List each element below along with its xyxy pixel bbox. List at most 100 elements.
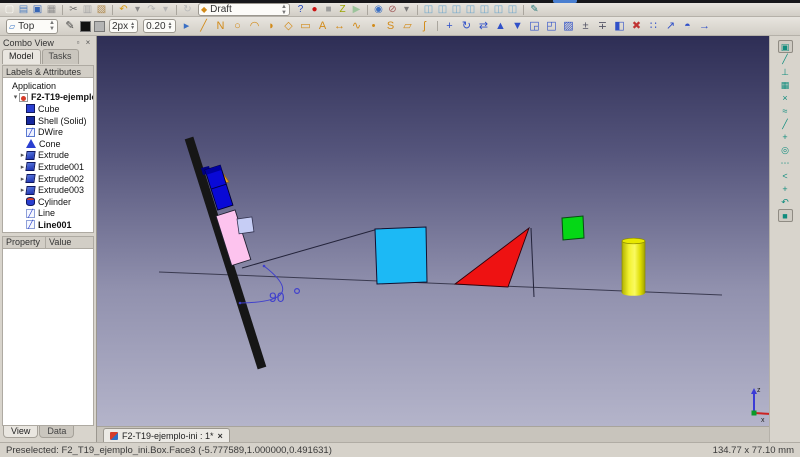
draw-style-dropdown-icon[interactable]: ▾ xyxy=(400,3,413,16)
draft-offset-icon[interactable]: ⇄ xyxy=(476,18,492,35)
lavender-box[interactable] xyxy=(237,217,254,234)
spinner-arrows-icon[interactable]: ▲▼ xyxy=(130,22,135,30)
black-bar[interactable] xyxy=(185,137,267,370)
value-column-header[interactable]: Value xyxy=(46,236,94,249)
draft-apply-style-icon[interactable]: ▸ xyxy=(179,18,195,35)
draft-to-sketch-icon[interactable]: ◧ xyxy=(612,18,628,35)
working-plane-selector[interactable]: ▱ Top ▲▼ xyxy=(6,19,58,34)
draft-circle-icon[interactable]: ○ xyxy=(230,18,246,35)
whats-this-icon[interactable]: ? xyxy=(294,3,307,16)
style-pen-icon[interactable]: ✎ xyxy=(62,18,78,35)
tree-item-cone[interactable]: Cone xyxy=(3,138,93,150)
draft-ellipse-icon[interactable]: ◗ xyxy=(264,18,280,35)
snap-angle-icon[interactable]: ◎ xyxy=(778,144,793,157)
view-right-icon[interactable]: ◫ xyxy=(464,3,477,16)
tab-model[interactable]: Model xyxy=(2,49,41,64)
draft-array-icon[interactable]: ∷ xyxy=(646,18,662,35)
draft-rectangle-icon[interactable]: ▭ xyxy=(298,18,314,35)
red-triangle[interactable] xyxy=(455,228,529,287)
draft-wire-icon[interactable]: N xyxy=(213,18,229,35)
triangle-vertical-edge[interactable] xyxy=(531,228,534,297)
undo-icon[interactable]: ↶ xyxy=(117,3,130,16)
view-rear-icon[interactable]: ◫ xyxy=(478,3,491,16)
print-icon[interactable]: ▦ xyxy=(45,3,58,16)
face-color-swatch[interactable] xyxy=(94,21,105,32)
snap-parallel-icon[interactable]: ≈ xyxy=(778,105,793,118)
snap-ortho-icon[interactable]: < xyxy=(778,170,793,183)
draft-upgrade-icon[interactable]: ▲ xyxy=(493,18,509,35)
snap-center-icon[interactable]: + xyxy=(778,131,793,144)
draft-scale-icon[interactable]: ◰ xyxy=(544,18,560,35)
angle-dimension-label[interactable]: 90 xyxy=(269,289,285,305)
tree-item-extrude001[interactable]: ▸Extrude001 xyxy=(3,161,93,173)
draft-point-icon[interactable]: • xyxy=(366,18,382,35)
draft-move-to-group-icon[interactable]: → xyxy=(697,18,713,35)
draft-shapestring-icon[interactable]: S xyxy=(383,18,399,35)
draft-dimension-icon[interactable]: ↔ xyxy=(332,18,348,35)
view-isometric-icon[interactable]: ◫ xyxy=(422,3,435,16)
draft-facebinder-icon[interactable]: ▱ xyxy=(400,18,416,35)
tree-item-application[interactable]: Application xyxy=(3,80,93,92)
tree-item-cylinder[interactable]: Cylinder xyxy=(3,196,93,208)
snap-extension-icon[interactable]: + xyxy=(778,183,793,196)
macro-play-icon[interactable]: ▶ xyxy=(350,3,363,16)
draft-bezier-icon[interactable]: ʃ xyxy=(417,18,433,35)
snap-near-icon[interactable]: ╱ xyxy=(778,118,793,131)
refresh-icon[interactable]: ↻ xyxy=(181,3,194,16)
spinner-arrows-icon[interactable]: ▲▼ xyxy=(49,20,55,32)
save-file-icon[interactable]: ▣ xyxy=(31,3,44,16)
fit-all-icon[interactable]: ◉ xyxy=(372,3,385,16)
tree-item-extrude003[interactable]: ▸Extrude003 xyxy=(3,184,93,196)
measure-icon[interactable]: ✎ xyxy=(528,3,541,16)
tree-item-line001[interactable]: ╱Line001 xyxy=(3,219,93,231)
view-bottom-icon[interactable]: ◫ xyxy=(492,3,505,16)
tree-item-shell-solid-[interactable]: Shell (Solid) xyxy=(3,115,93,127)
tree-item-dwire[interactable]: ╱DWire xyxy=(3,126,93,138)
workbench-selector[interactable]: ◆ Draft ▲▼ xyxy=(198,3,290,16)
tree-item-extrude002[interactable]: ▸Extrude002 xyxy=(3,173,93,185)
draft-construction-mode-icon[interactable]: ◓ xyxy=(680,18,696,35)
tab-tasks[interactable]: Tasks xyxy=(42,49,79,64)
redo-icon[interactable]: ↷ xyxy=(145,3,158,16)
draft-heal-icon[interactable]: ✖ xyxy=(629,18,645,35)
draft-del-point-icon[interactable]: ∓ xyxy=(595,18,611,35)
macro-record-icon[interactable]: ● xyxy=(308,3,321,16)
green-square[interactable] xyxy=(562,216,584,240)
undo-dropdown-icon[interactable]: ▾ xyxy=(131,3,144,16)
yellow-cylinder[interactable] xyxy=(622,238,645,296)
draft-trimex-icon[interactable]: ◲ xyxy=(527,18,543,35)
copy-icon[interactable]: ▥ xyxy=(81,3,94,16)
cyan-square[interactable] xyxy=(375,227,427,284)
property-column-header[interactable]: Property xyxy=(2,236,46,249)
draft-arc-icon[interactable]: ◠ xyxy=(247,18,263,35)
draft-downgrade-icon[interactable]: ▼ xyxy=(510,18,526,35)
view-front-icon[interactable]: ◫ xyxy=(436,3,449,16)
tree-expander-icon[interactable]: ▾ xyxy=(12,93,19,101)
draft-line-icon[interactable]: ╱ xyxy=(196,18,212,35)
draft-text-icon[interactable]: A xyxy=(315,18,331,35)
macro-edit-icon[interactable]: Z xyxy=(336,3,349,16)
draft-polygon-icon[interactable]: ◇ xyxy=(281,18,297,35)
snap-special-icon[interactable]: ↶ xyxy=(778,196,793,209)
snap-workingplane-icon[interactable]: ■ xyxy=(778,209,793,222)
snap-endpoint-icon[interactable]: ╱ xyxy=(778,53,793,66)
line-width-spinbox[interactable]: 2px ▲▼ xyxy=(109,19,138,33)
document-tab[interactable]: F2-T19-ejemplo-ini : 1* × xyxy=(103,428,230,442)
text-scale-spinbox[interactable]: 0.20 ▲▼ xyxy=(143,19,175,33)
tab-data[interactable]: Data xyxy=(39,426,74,438)
snap-perpendicular-icon[interactable]: ⊥ xyxy=(778,66,793,79)
snap-midpoint-icon[interactable]: ⋯ xyxy=(778,157,793,170)
spinner-arrows-icon[interactable]: ▲▼ xyxy=(168,22,173,30)
cut-icon[interactable]: ✂ xyxy=(67,3,80,16)
tree-item-f2-t19-ejemplo-ini[interactable]: ▾F2-T19-ejemplo-ini xyxy=(3,92,93,104)
macro-stop-icon[interactable]: ■ xyxy=(322,3,335,16)
draw-style-icon[interactable]: ⊘ xyxy=(386,3,399,16)
close-panel-button[interactable]: × xyxy=(83,38,93,47)
redo-dropdown-icon[interactable]: ▾ xyxy=(159,3,172,16)
new-file-icon[interactable]: ▢ xyxy=(3,3,16,16)
tree-item-extrude[interactable]: ▸Extrude xyxy=(3,150,93,162)
construction-line[interactable] xyxy=(242,229,378,268)
tab-view[interactable]: View xyxy=(3,426,38,438)
draft-point-array-icon[interactable]: ↗ xyxy=(663,18,679,35)
snap-intersection-icon[interactable]: × xyxy=(778,92,793,105)
